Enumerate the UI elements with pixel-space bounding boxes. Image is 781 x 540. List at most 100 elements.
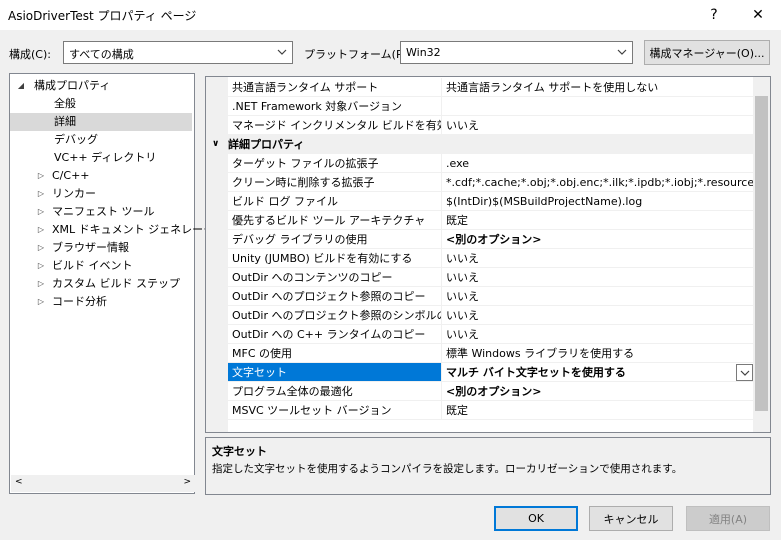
property-name: OutDir への C++ ランタイムのコピー: [228, 325, 442, 344]
tree-item-label: リンカー: [52, 187, 96, 200]
tree-horizontal-scrollbar[interactable]: < >: [11, 475, 195, 492]
property-name: 文字セット: [228, 363, 442, 382]
property-row[interactable]: ターゲット ファイルの拡張子 .exe: [206, 154, 755, 173]
value-dropdown-button[interactable]: [736, 364, 753, 381]
platform-label: プラットフォーム(P):: [304, 48, 411, 61]
property-row[interactable]: 優先するビルド ツール アーキテクチャ 既定: [206, 211, 755, 230]
property-row[interactable]: OutDir へのプロジェクト参照のコピー いいえ: [206, 287, 755, 306]
tree-item[interactable]: デバッグ: [10, 131, 192, 149]
collapse-icon[interactable]: ∨: [212, 135, 219, 154]
property-row[interactable]: 共通言語ランタイム サポート 共通言語ランタイム サポートを使用しない: [206, 78, 755, 97]
expand-icon[interactable]: ▷: [36, 239, 46, 257]
property-value[interactable]: いいえ: [442, 268, 755, 287]
property-value[interactable]: 既定: [442, 211, 755, 230]
tree-item[interactable]: ▷ ブラウザー情報: [10, 239, 192, 257]
expanded-icon: ◢: [17, 81, 25, 90]
property-value[interactable]: いいえ: [442, 306, 755, 325]
tree-item-label: カスタム ビルド ステップ: [52, 277, 180, 290]
property-row[interactable]: マネージド インクリメンタル ビルドを有効にするいいえ: [206, 116, 755, 135]
property-row[interactable]: .NET Framework 対象バージョン: [206, 97, 755, 116]
property-value[interactable]: マルチ バイト文字セットを使用する: [442, 363, 755, 382]
tree-item[interactable]: ▷ XML ドキュメント ジェネレーター: [10, 221, 225, 239]
property-row[interactable]: 文字セット マルチ バイト文字セットを使用する: [206, 363, 755, 382]
tree-item-label: デバッグ: [54, 133, 98, 146]
property-value[interactable]: $(IntDir)$(MSBuildProjectName).log: [442, 192, 755, 211]
property-name: MSVC ツールセット バージョン: [228, 401, 442, 420]
property-name: ビルド ログ ファイル: [228, 192, 442, 211]
property-row[interactable]: MFC の使用 標準 Windows ライブラリを使用する: [206, 344, 755, 363]
property-value[interactable]: いいえ: [442, 325, 755, 344]
property-row[interactable]: プログラム全体の最適化 <別のオプション>: [206, 382, 755, 401]
help-button[interactable]: ?: [697, 0, 731, 30]
property-row[interactable]: OutDir へのコンテンツのコピー いいえ: [206, 268, 755, 287]
category-label: 詳細プロパティ: [228, 138, 305, 151]
property-grid[interactable]: 共通言語ランタイム サポート 共通言語ランタイム サポートを使用しない .NET F…: [205, 76, 771, 433]
property-tree[interactable]: ◢ 構成プロパティ 全般 詳細 デバッグ VC++ ディレクトリ ▷ C/C++ ▷ リンカー…: [9, 73, 225, 494]
close-button[interactable]: ✕: [741, 0, 775, 30]
expand-icon[interactable]: ▷: [36, 275, 46, 293]
tree-item[interactable]: VC++ ディレクトリ: [10, 149, 192, 167]
scroll-left-icon[interactable]: <: [15, 477, 23, 487]
platform-select-value: Win32: [406, 46, 441, 59]
tree-item[interactable]: ▷ カスタム ビルド ステップ: [10, 275, 192, 293]
property-row[interactable]: デバッグ ライブラリの使用 <別のオプション>: [206, 230, 755, 249]
property-row[interactable]: クリーン時に削除する拡張子 *.cdf;*.cache;*.obj;*.obj.e…: [206, 173, 755, 192]
chevron-down-icon: [617, 49, 627, 55]
property-name: デバッグ ライブラリの使用: [228, 230, 442, 249]
ok-button[interactable]: OK: [494, 506, 578, 531]
apply-button[interactable]: 適用(A): [686, 506, 770, 531]
tree-root[interactable]: ◢ 構成プロパティ: [10, 77, 192, 95]
property-value[interactable]: いいえ: [442, 249, 755, 268]
chevron-down-icon: [277, 49, 287, 55]
property-value[interactable]: いいえ: [442, 116, 755, 135]
property-name: ターゲット ファイルの拡張子: [228, 154, 442, 173]
property-name: マネージド インクリメンタル ビルドを有効にする: [228, 116, 442, 135]
expand-icon[interactable]: ▷: [36, 257, 46, 275]
cancel-button[interactable]: キャンセル: [589, 506, 673, 531]
expand-icon[interactable]: ▷: [36, 221, 46, 239]
tree-item[interactable]: ▷ コード分析: [10, 293, 192, 311]
property-name: 共通言語ランタイム サポート: [228, 78, 442, 97]
property-row[interactable]: OutDir への C++ ランタイムのコピー いいえ: [206, 325, 755, 344]
tree-item[interactable]: ▷ リンカー: [10, 185, 192, 203]
expand-icon[interactable]: ▷: [36, 203, 46, 221]
property-row[interactable]: MSVC ツールセット バージョン 既定: [206, 401, 755, 420]
config-select[interactable]: すべての構成: [63, 41, 293, 64]
platform-select[interactable]: Win32: [400, 41, 633, 64]
grid-vertical-scrollbar[interactable]: [753, 77, 770, 432]
property-row[interactable]: OutDir へのプロジェクト参照のシンボルのコピーいいえ: [206, 306, 755, 325]
property-name: クリーン時に削除する拡張子: [228, 173, 442, 192]
scrollbar-thumb[interactable]: [755, 96, 768, 411]
property-row[interactable]: ビルド ログ ファイル $(IntDir)$(MSBuildProjectName…: [206, 192, 755, 211]
tree-item-label: XML ドキュメント ジェネレーター: [52, 223, 226, 236]
close-icon: ✕: [752, 7, 764, 23]
property-value[interactable]: *.cdf;*.cache;*.obj;*.obj.enc;*.ilk;*.ip…: [442, 173, 755, 192]
tree-item[interactable]: ▷ C/C++: [10, 167, 192, 185]
config-manager-button[interactable]: 構成マネージャー(O)...: [644, 40, 770, 65]
tree-item-label: ブラウザー情報: [52, 241, 129, 254]
tree-item[interactable]: 詳細: [10, 113, 192, 131]
property-name: .NET Framework 対象バージョン: [228, 97, 442, 116]
expand-icon[interactable]: ▷: [36, 167, 46, 185]
property-value[interactable]: いいえ: [442, 287, 755, 306]
tree-item[interactable]: 全般: [10, 95, 192, 113]
property-row[interactable]: Unity (JUMBO) ビルドを有効にする いいえ: [206, 249, 755, 268]
property-value[interactable]: <別のオプション>: [442, 230, 755, 249]
property-value[interactable]: 標準 Windows ライブラリを使用する: [442, 344, 755, 363]
property-value[interactable]: .exe: [442, 154, 755, 173]
tree-item[interactable]: ▷ ビルド イベント: [10, 257, 192, 275]
property-name: 優先するビルド ツール アーキテクチャ: [228, 211, 442, 230]
property-value[interactable]: 共通言語ランタイム サポートを使用しない: [442, 78, 755, 97]
property-value[interactable]: [442, 97, 755, 116]
property-value[interactable]: 既定: [442, 401, 755, 420]
property-value[interactable]: <別のオプション>: [442, 382, 755, 401]
tree-item[interactable]: ▷ マニフェスト ツール: [10, 203, 192, 221]
expand-icon[interactable]: ▷: [36, 185, 46, 203]
category-row[interactable]: ∨ 詳細プロパティ: [206, 135, 755, 154]
property-name: MFC の使用: [228, 344, 442, 363]
property-name: OutDir へのコンテンツのコピー: [228, 268, 442, 287]
expand-icon[interactable]: ▷: [36, 293, 46, 311]
tree-item-label: ビルド イベント: [52, 259, 133, 272]
scroll-right-icon[interactable]: >: [183, 477, 191, 487]
property-name: プログラム全体の最適化: [228, 382, 442, 401]
